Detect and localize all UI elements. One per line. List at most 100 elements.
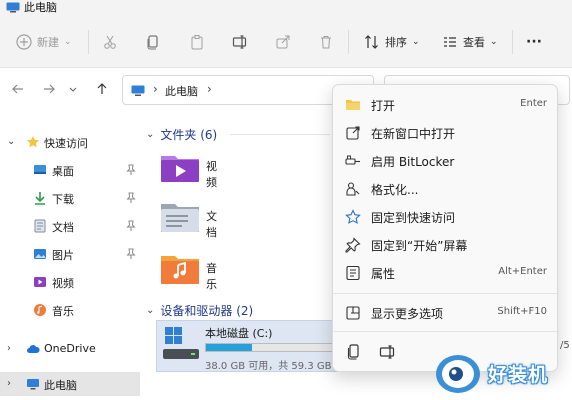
navigation-pane: ⌄ 快速访问 桌面 下载 文档 图片 视频 音乐 › OneDrive › 此电…: [0, 112, 140, 400]
more-button[interactable]: ···: [526, 30, 542, 54]
watermark-text: 好装机: [488, 364, 549, 386]
sidebar-item-label: 视频: [52, 277, 74, 290]
sidebar-item-onedrive[interactable]: › OneDrive: [0, 337, 140, 361]
cut-button[interactable]: [102, 30, 118, 54]
sidebar-item-label: 此电脑: [44, 379, 77, 392]
sidebar-item-label: 图片: [52, 249, 74, 262]
toolbar-divider: [512, 30, 513, 54]
video-folder-icon: [161, 156, 199, 182]
more-icon: ···: [526, 34, 542, 50]
up-button[interactable]: [93, 80, 111, 98]
context-menu: 打开 Enter 在新窗口中打开 启用 BitLocker 格式化... 固定到…: [332, 84, 559, 372]
sort-button[interactable]: 排序 ⌄: [364, 30, 420, 54]
sidebar-item-quick-access[interactable]: ⌄ 快速访问: [0, 130, 140, 154]
cloud-icon: [27, 345, 40, 353]
view-label: 查看: [463, 36, 485, 49]
sidebar-item-label: 下载: [52, 193, 74, 206]
sidebar-item-pictures[interactable]: 图片: [0, 242, 140, 266]
sidebar-item-label: 快速访问: [44, 137, 88, 150]
drive-usage-fill: [206, 344, 253, 351]
chevron-right-icon: ›: [7, 378, 11, 389]
breadcrumb-this-pc[interactable]: 此电脑: [165, 83, 198, 99]
sidebar-item-label: 音乐: [52, 305, 74, 318]
group-divider: [230, 134, 330, 135]
scissors-icon: [104, 35, 116, 49]
menu-item-pin-start[interactable]: 固定到“开始”屏幕: [337, 231, 555, 259]
menu-item-open[interactable]: 打开 Enter: [337, 91, 555, 119]
clipboard-icon: [191, 35, 203, 50]
properties-icon: [346, 265, 360, 281]
menu-item-label: 格式化...: [371, 183, 419, 197]
breadcrumb-separator: ›: [207, 82, 212, 96]
menu-item-label: 固定到快速访问: [371, 211, 456, 225]
sidebar-item-label: 桌面: [52, 165, 74, 178]
arrow-right-icon: [44, 84, 55, 94]
menu-item-show-more-options[interactable]: 显示更多选项 Shift+F10: [337, 299, 555, 327]
menu-item-shortcut: Enter: [520, 98, 547, 109]
sort-label: 排序: [385, 36, 407, 49]
menu-item-label: 打开: [371, 99, 396, 113]
breadcrumb-separator: ›: [153, 82, 158, 96]
menu-item-pin-quick-access[interactable]: 固定到快速访问: [337, 203, 555, 231]
folders-group-header[interactable]: ⌄ 文件夹 (6): [146, 126, 217, 143]
music-folder-icon: [161, 256, 199, 284]
copy-button[interactable]: [145, 30, 161, 54]
chevron-down-icon: ⌄: [490, 37, 498, 47]
sidebar-item-music[interactable]: 音乐: [0, 298, 140, 322]
menu-item-bitlocker[interactable]: 启用 BitLocker: [337, 147, 555, 175]
delete-button[interactable]: [318, 30, 334, 54]
watermark: 好装机: [432, 350, 572, 396]
format-icon: [346, 182, 360, 196]
new-window-icon: [346, 126, 360, 140]
rename-button[interactable]: [232, 30, 248, 54]
star-icon: [27, 136, 39, 148]
download-icon: [35, 192, 45, 205]
sort-icon: [365, 35, 378, 49]
video-icon: [34, 277, 46, 287]
folder-name: 音乐: [206, 262, 217, 291]
new-button[interactable]: 新建 ⌄: [16, 30, 72, 54]
desktop-icon: [34, 165, 46, 174]
folder-name: 视频: [206, 160, 217, 189]
sidebar-item-videos[interactable]: 视频: [0, 270, 140, 294]
view-button[interactable]: 查看 ⌄: [442, 30, 498, 54]
back-button[interactable]: [9, 80, 27, 98]
computer-icon: [6, 2, 20, 13]
forward-button[interactable]: [40, 80, 58, 98]
menu-item-label: 启用 BitLocker: [371, 155, 455, 169]
drive-name: 本地磁盘 (C:): [205, 327, 273, 340]
sidebar-item-label: OneDrive: [44, 342, 96, 355]
toolbar-divider: [88, 30, 89, 54]
folders-group-label: 文件夹 (6): [160, 128, 218, 142]
sidebar-item-documents[interactable]: 文档: [0, 214, 140, 238]
menu-divider: [333, 293, 559, 294]
sidebar-item-desktop[interactable]: 桌面: [0, 158, 140, 182]
menu-item-open-new-window[interactable]: 在新窗口中打开: [337, 119, 555, 147]
sidebar-item-this-pc[interactable]: › 此电脑: [0, 372, 140, 396]
menu-item-format[interactable]: 格式化...: [337, 175, 555, 203]
pin-icon: [126, 220, 136, 231]
devices-group-header[interactable]: ⌄ 设备和驱动器 (2): [146, 302, 253, 319]
sidebar-item-downloads[interactable]: 下载: [0, 186, 140, 210]
rename-icon[interactable]: [379, 343, 397, 361]
trash-icon: [321, 36, 331, 49]
menu-item-shortcut: Shift+F10: [497, 306, 547, 317]
documents-folder-icon: [161, 204, 199, 232]
chevron-down-icon: ⌄: [7, 136, 16, 147]
watermark-logo-icon: [436, 355, 480, 393]
folder-name: 文档: [206, 210, 217, 239]
more-options-icon: [346, 306, 360, 320]
devices-group-label: 设备和驱动器 (2): [160, 304, 254, 318]
pin-icon: [126, 192, 136, 203]
copy-icon[interactable]: [345, 343, 363, 361]
recent-locations-button[interactable]: [64, 80, 82, 98]
copy-icon: [147, 35, 158, 50]
arrow-up-icon: [97, 83, 107, 94]
share-button[interactable]: [275, 30, 291, 54]
window-title: 此电脑: [24, 1, 57, 14]
music-icon: [34, 304, 46, 316]
chevron-down-icon: ⌄: [64, 37, 72, 47]
paste-button[interactable]: [189, 30, 205, 54]
chevron-down-icon: [69, 87, 77, 92]
menu-item-properties[interactable]: 属性 Alt+Enter: [337, 259, 555, 287]
